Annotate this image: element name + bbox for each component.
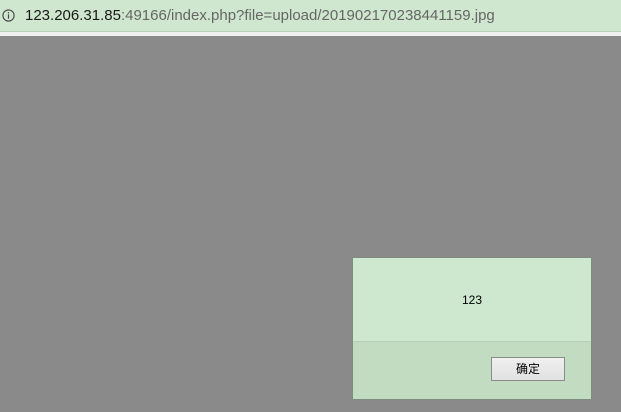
- address-bar[interactable]: 123.206.31.85:49166/index.php?file=uploa…: [0, 0, 621, 32]
- alert-dialog: 123 确定: [352, 257, 592, 400]
- alert-footer: 确定: [353, 342, 591, 399]
- ok-button[interactable]: 确定: [491, 357, 565, 381]
- alert-body: 123: [353, 258, 591, 342]
- url-path: :49166/index.php?file=upload/20190217023…: [120, 7, 495, 24]
- url-host: 123.206.31.85: [25, 7, 121, 24]
- url-text[interactable]: 123.206.31.85:49166/index.php?file=uploa…: [25, 7, 495, 25]
- info-icon[interactable]: [2, 9, 15, 22]
- alert-message: 123: [461, 293, 483, 307]
